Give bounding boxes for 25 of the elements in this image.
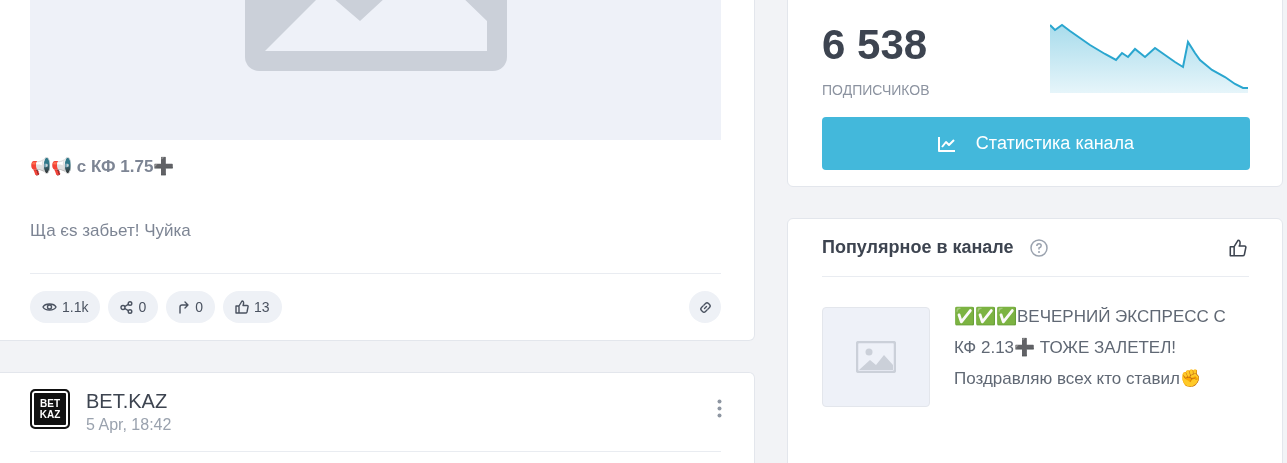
more-options-icon[interactable]: [717, 399, 722, 418]
share-button[interactable]: 0: [108, 291, 159, 323]
like-button[interactable]: 13: [223, 291, 282, 323]
eye-icon: [42, 301, 57, 313]
views-button[interactable]: 1.1k: [30, 291, 101, 323]
post-time: 5 Apr, 18:42: [86, 415, 172, 435]
thumbs-up-icon: [235, 300, 250, 314]
subscriber-label: ПОДПИСЧИКОВ: [822, 81, 930, 100]
copy-link-button[interactable]: [689, 291, 721, 323]
section-title: Популярное в канале: [822, 236, 1014, 259]
post-thumbnail[interactable]: [822, 307, 930, 407]
forward-button[interactable]: 0: [166, 291, 216, 323]
forward-arrow-icon: [178, 300, 191, 314]
subscriber-count: 6 538: [822, 24, 929, 66]
link-icon: [698, 300, 712, 314]
image-placeholder-icon: [856, 341, 896, 373]
thumbs-up-icon[interactable]: [1229, 238, 1247, 257]
share-icon: [120, 300, 134, 314]
channel-name[interactable]: BET.KAZ: [86, 389, 172, 413]
channel-avatar: BET KAZ: [30, 389, 70, 429]
post-title: 📢📢 с КФ 1.75➕: [30, 156, 176, 178]
help-icon: [1029, 238, 1048, 257]
post-text: Ща єs забьет! Чуйка: [30, 219, 192, 242]
popular-post-text[interactable]: ✅✅✅ВЕЧЕРНИЙ ЭКСПРЕСС С КФ 2.13➕ ТОЖЕ ЗАЛЕТЕЛ! Поздравляю всех кто ставил✊: [954, 301, 1249, 407]
chart-icon: [937, 135, 956, 152]
